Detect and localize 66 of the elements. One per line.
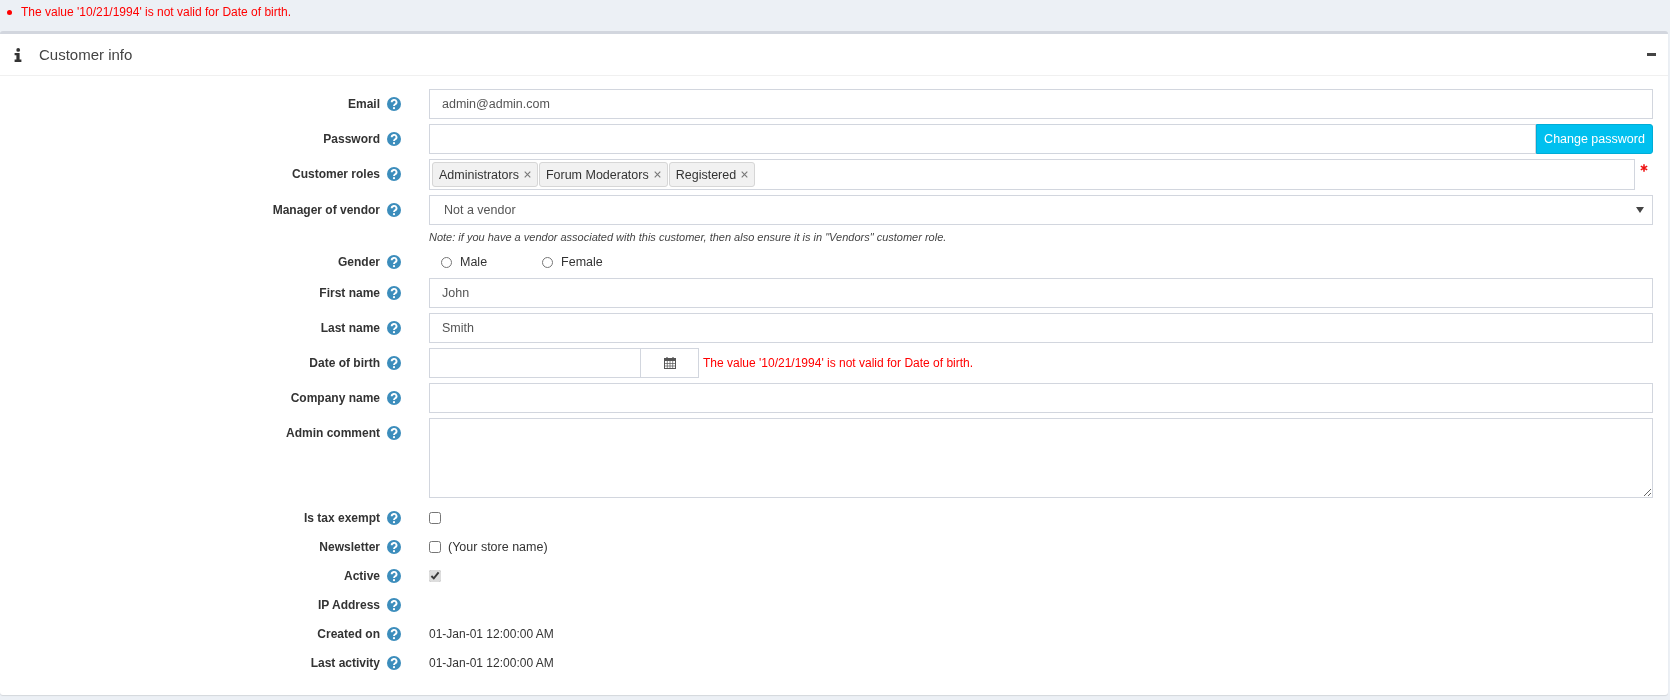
radio-label: Female [561, 255, 603, 269]
field-label: Newsletter [319, 539, 380, 554]
bullet-icon [7, 9, 12, 15]
date-field[interactable] [429, 348, 641, 378]
remove-icon[interactable] [653, 171, 661, 178]
help-icon[interactable] [387, 539, 401, 554]
help-icon[interactable] [387, 286, 401, 300]
field-label: First name [319, 286, 380, 300]
input-field[interactable]: admin@admin.com [429, 89, 1653, 119]
help-icon[interactable] [387, 132, 401, 146]
field-label: Email [348, 97, 380, 111]
role-tag[interactable]: Forum Moderators [538, 162, 668, 187]
password-field[interactable] [429, 124, 1536, 154]
caret-icon [1636, 207, 1644, 213]
help-icon[interactable] [387, 426, 401, 440]
field-label: Manager of vendor [272, 203, 380, 217]
field-label: Password [323, 132, 380, 146]
checkbox-label: (Your store name) [448, 539, 548, 554]
help-icon[interactable] [387, 255, 401, 269]
panel-title: Customer info [39, 46, 133, 63]
role-tag[interactable]: Registered [668, 162, 756, 187]
input-field[interactable]: John [429, 278, 1653, 308]
field-label: Customer roles [291, 167, 380, 181]
static-value: 01-Jan-01 12:00:00 AM [429, 626, 554, 641]
static-value: 01-Jan-01 12:00:00 AM [429, 655, 554, 670]
textarea-field[interactable] [429, 418, 1653, 498]
info-icon [14, 47, 22, 62]
field-label: IP Address [317, 597, 380, 612]
radio-button[interactable] [542, 256, 554, 268]
calendar-button[interactable] [641, 348, 699, 378]
calendar-icon [663, 357, 676, 369]
radio-label: Male [460, 255, 488, 269]
help-icon[interactable] [387, 597, 401, 612]
field-label: Last name [320, 321, 380, 335]
checkbox[interactable] [429, 540, 441, 553]
field-label: Is tax exempt [303, 510, 380, 525]
checkbox[interactable] [429, 569, 441, 582]
help-icon[interactable] [387, 626, 401, 641]
help-icon[interactable] [387, 167, 401, 181]
field-label: Created on [317, 626, 380, 641]
help-icon[interactable] [387, 356, 401, 370]
field-label: Company name [290, 391, 380, 405]
role-tag[interactable]: Administrators [432, 162, 538, 187]
field-label: Date of birth [309, 356, 380, 370]
help-icon[interactable] [387, 568, 401, 583]
help-icon[interactable] [387, 391, 401, 405]
field-label: Active [343, 568, 380, 583]
help-icon[interactable] [387, 510, 401, 525]
roles-field[interactable]: Administrators Forum Moderators Registered [429, 159, 1635, 190]
help-icon[interactable] [387, 97, 401, 111]
field-label: Admin comment [286, 426, 380, 440]
note-text: Note: if you have a vendor associated with this customer, then also ensure it is in "Vendors" customer role. [429, 230, 948, 245]
input-field[interactable]: Smith [429, 313, 1653, 343]
error-text: The value '10/21/1994' is not valid for Date of birth. [21, 5, 292, 19]
field-error-text: The value '10/21/1994' is not valid for Date of birth. [703, 356, 974, 370]
help-icon[interactable] [387, 655, 401, 670]
vendor-select[interactable]: Not a vendor [429, 195, 1653, 225]
help-icon[interactable] [387, 203, 401, 217]
help-icon[interactable] [387, 321, 401, 335]
input-field[interactable] [429, 383, 1653, 413]
field-label: Gender [338, 255, 380, 269]
radio-button[interactable] [441, 256, 452, 268]
checkbox[interactable] [429, 511, 441, 524]
remove-icon[interactable] [741, 171, 749, 178]
field-label: Last activity [310, 655, 380, 670]
remove-icon[interactable] [523, 171, 531, 178]
